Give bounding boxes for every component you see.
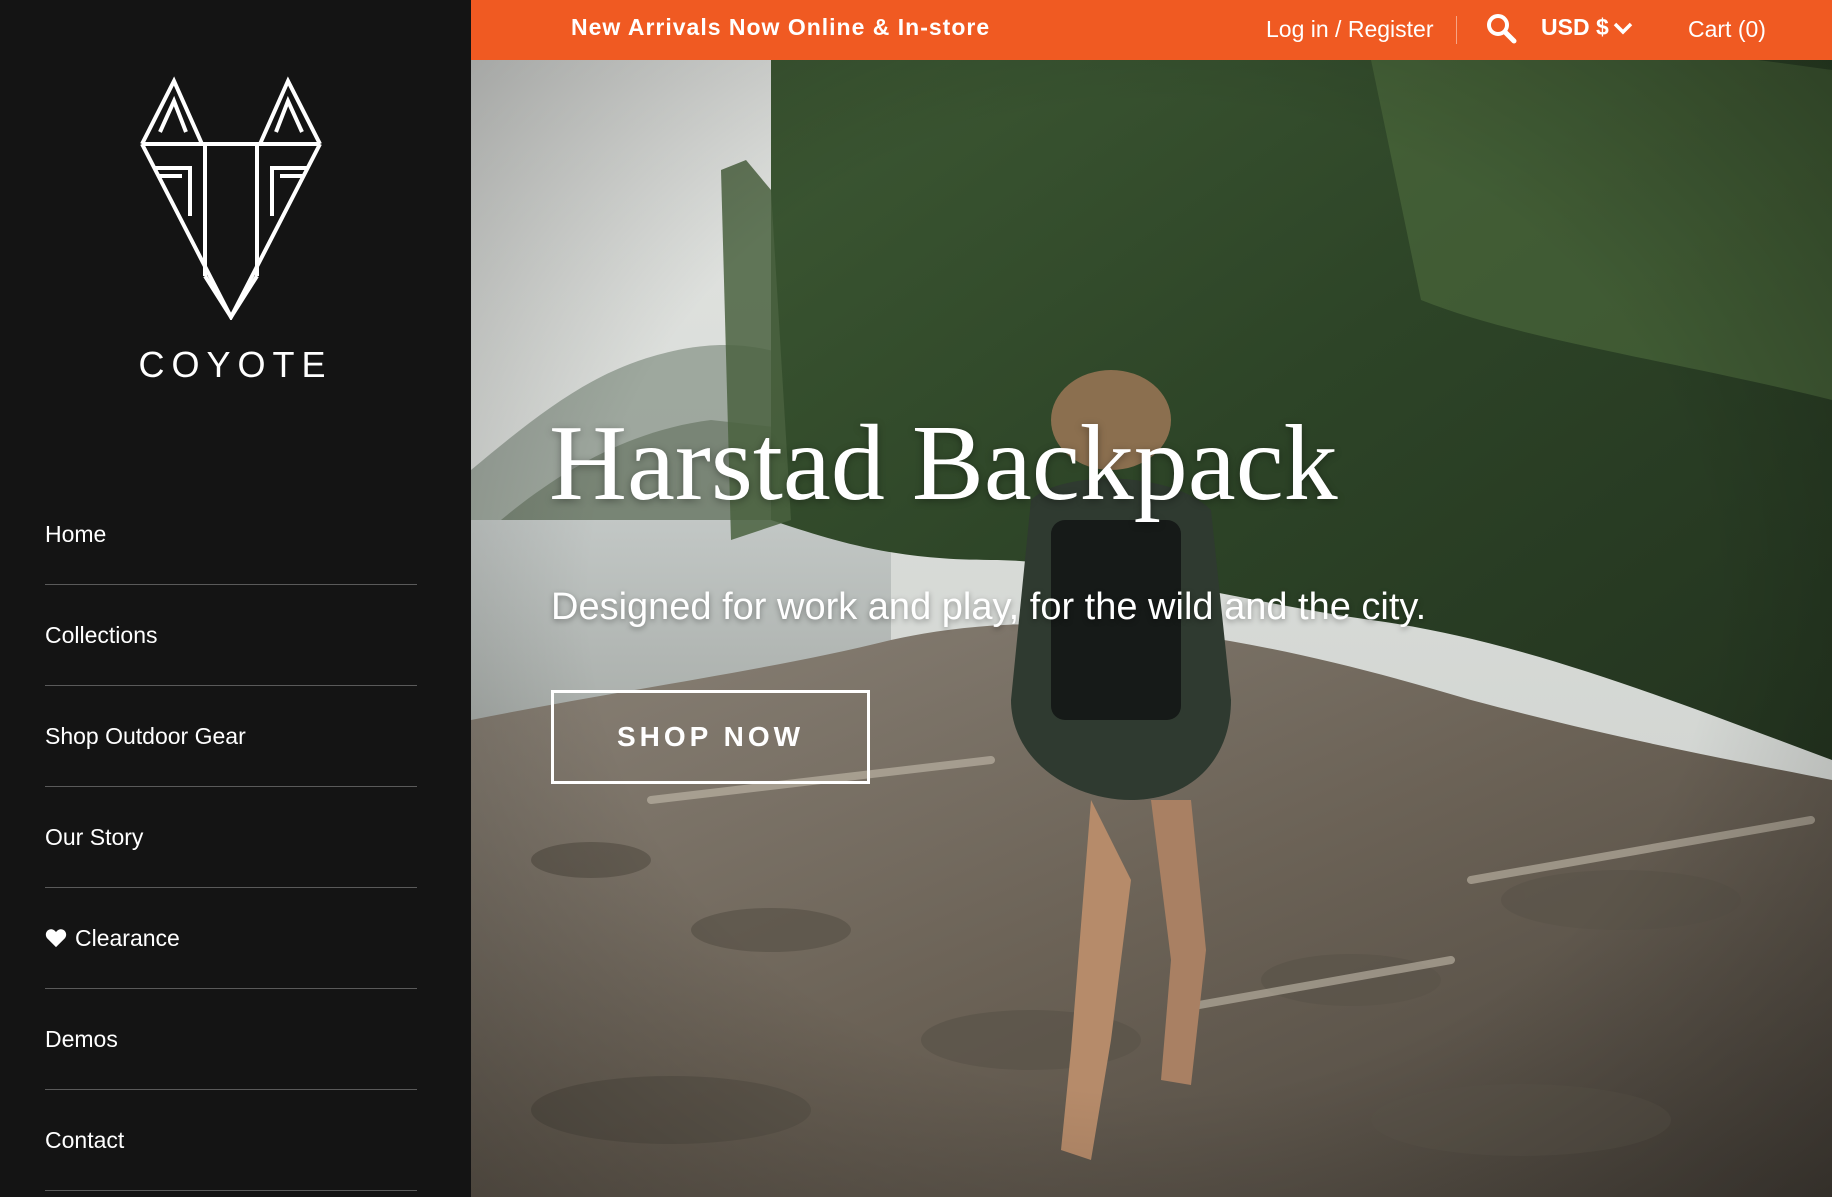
- sidebar-item-label: Our Story: [45, 823, 144, 850]
- cart-link[interactable]: Cart (0): [1688, 16, 1766, 43]
- search-icon[interactable]: [1485, 12, 1517, 44]
- sidebar-item-contact[interactable]: Contact: [45, 1090, 417, 1191]
- sidebar-item-shop-outdoor-gear[interactable]: Shop Outdoor Gear: [45, 686, 417, 787]
- sidebar-item-our-story[interactable]: Our Story: [45, 787, 417, 888]
- heart-icon: [45, 929, 67, 948]
- sidebar: COYOTE Home Collections Shop Outdoor Gea…: [0, 0, 471, 1197]
- chevron-down-icon: [1613, 22, 1632, 34]
- sidebar-item-label: Demos: [45, 1025, 118, 1052]
- brand-name: COYOTE: [138, 344, 333, 385]
- login-register-link[interactable]: Log in / Register: [1266, 16, 1433, 43]
- shop-now-button[interactable]: SHOP NOW: [551, 690, 870, 784]
- sidebar-item-collections[interactable]: Collections: [45, 585, 417, 686]
- sidebar-item-clearance[interactable]: Clearance: [45, 888, 417, 989]
- topbar-divider: [1456, 16, 1457, 44]
- sidebar-item-label: Shop Outdoor Gear: [45, 722, 246, 749]
- hero-title: Harstad Backpack: [549, 404, 1338, 523]
- currency-value: USD $: [1541, 14, 1609, 40]
- announcement-bar: New Arrivals Now Online & In-store Log i…: [471, 0, 1832, 60]
- sidebar-item-demos[interactable]: Demos: [45, 989, 417, 1090]
- sidebar-item-label: Home: [45, 520, 107, 547]
- sidebar-item-label: Contact: [45, 1126, 125, 1153]
- sidebar-item-label: Clearance: [75, 924, 180, 951]
- sidebar-nav: Home Collections Shop Outdoor Gear Our S…: [45, 484, 417, 1191]
- sidebar-item-label: Collections: [45, 621, 158, 648]
- currency-select[interactable]: USD $: [1541, 14, 1633, 41]
- hero-section: New Arrivals Now Online & In-store Log i…: [471, 0, 1832, 1197]
- hero-subtitle: Designed for work and play, for the wild…: [551, 586, 1427, 628]
- announcement-text: New Arrivals Now Online & In-store: [571, 14, 991, 40]
- sidebar-item-home[interactable]: Home: [45, 484, 417, 585]
- fox-head-logo: [140, 76, 322, 320]
